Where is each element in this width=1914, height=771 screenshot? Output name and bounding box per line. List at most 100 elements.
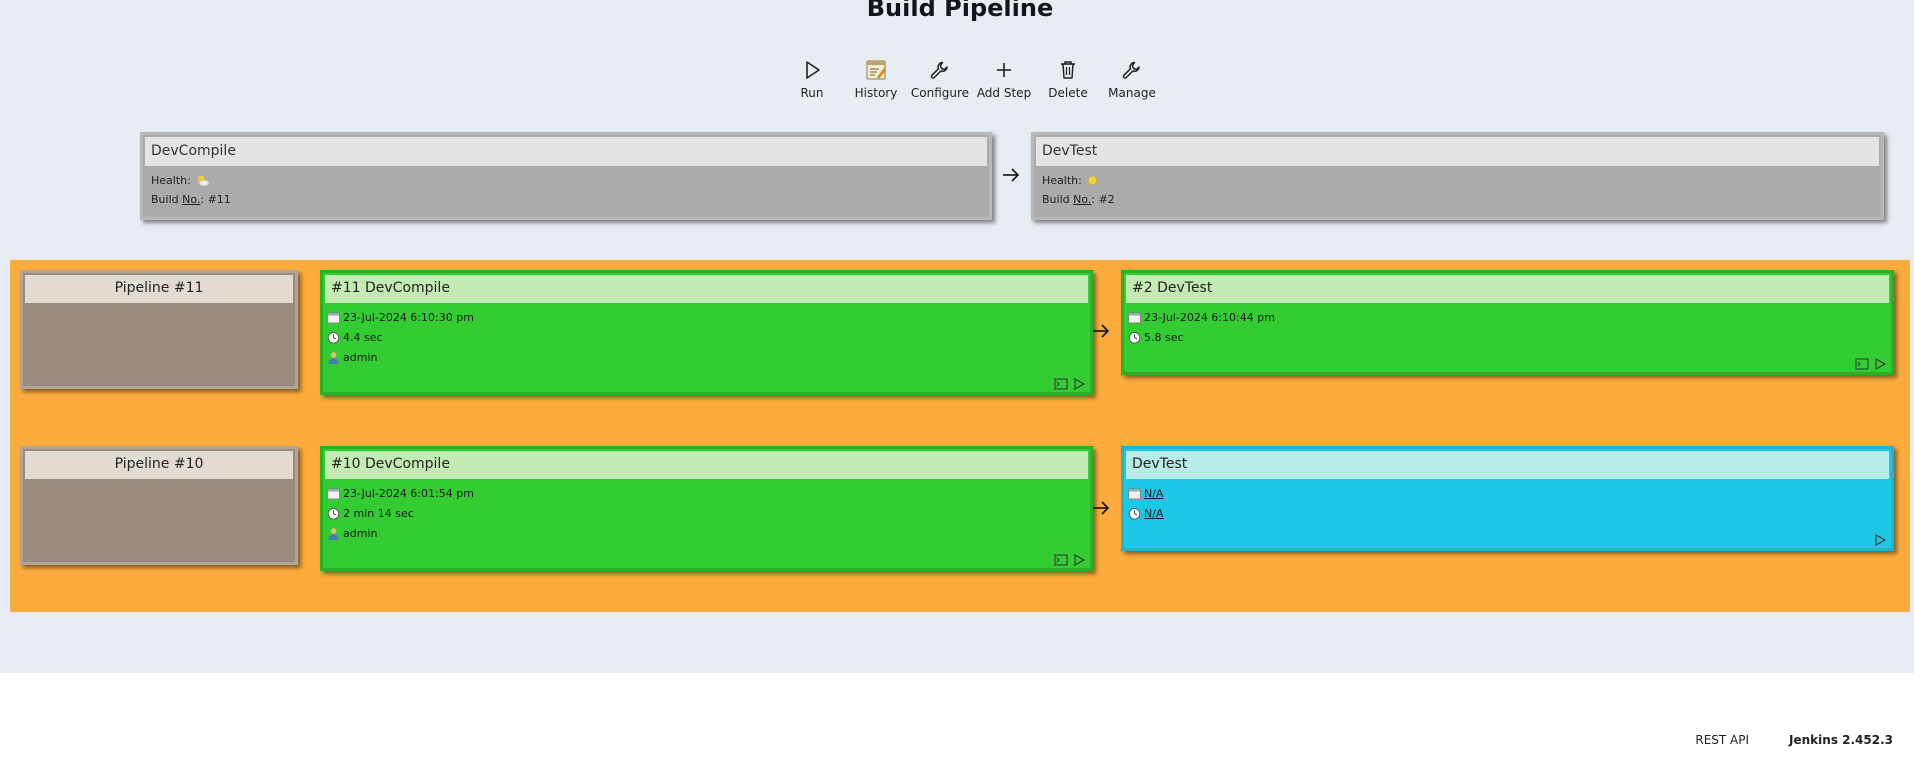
calendar-icon (327, 488, 340, 499)
configure-label: Configure (910, 86, 970, 100)
version-link[interactable]: Jenkins 2.452.3 (1789, 733, 1893, 771)
build-duration: 2 min 14 sec (323, 505, 1090, 521)
arrow-right-icon (1003, 168, 1020, 182)
duration-text: N/A (1144, 506, 1164, 520)
rebuild-icon[interactable] (1072, 552, 1086, 566)
health-label: Health: (1042, 174, 1082, 187)
date-text: N/A (1144, 486, 1164, 500)
pipeline-box[interactable]: Pipeline #11 (20, 270, 298, 389)
duration-text: 4.4 sec (343, 330, 383, 344)
trigger-icon[interactable] (1873, 532, 1887, 546)
configure-button[interactable]: Configure (908, 58, 972, 100)
job-build-number: Build No.: #11 (143, 193, 989, 206)
manage-label: Manage (1108, 86, 1156, 100)
rebuild-icon[interactable] (1873, 356, 1887, 370)
pipeline-label: Pipeline #10 (25, 451, 293, 479)
add-icon (997, 63, 1011, 77)
job-name: DevTest (1036, 137, 1879, 166)
pipeline-box[interactable]: Pipeline #10 (20, 446, 298, 565)
build-label-sep: : (200, 193, 208, 206)
build-card[interactable]: #10 DevCompile 23-Jul-2024 6:01:54 pm 2 … (320, 446, 1093, 571)
build-date: 23-Jul-2024 6:10:44 pm (1124, 309, 1891, 325)
console-icon[interactable] (1054, 376, 1068, 390)
manage-button[interactable]: Manage (1100, 58, 1164, 100)
build-label-sep: : (1091, 193, 1099, 206)
console-icon[interactable] (1054, 552, 1068, 566)
run-icon (806, 61, 820, 79)
user-icon (328, 527, 339, 540)
duration-text: 5.8 sec (1144, 330, 1184, 344)
build-date: 23-Jul-2024 6:01:54 pm (323, 485, 1090, 501)
build-actions (1054, 552, 1086, 566)
build-number[interactable]: #11 (208, 193, 231, 206)
build-no-abbr: No. (1073, 193, 1092, 206)
rest-api-link[interactable]: REST API (1695, 733, 1749, 771)
job-box-devcompile[interactable]: DevCompile Health: Build No.: #11 (140, 132, 992, 220)
configure-icon (930, 61, 948, 79)
history-icon (866, 60, 886, 80)
history-button[interactable]: History (844, 58, 908, 100)
date-text: 23-Jul-2024 6:01:54 pm (343, 486, 474, 500)
clock-icon (327, 331, 340, 344)
build-label: Build (1042, 193, 1074, 206)
build-no-abbr: No. (182, 193, 201, 206)
build-actions (1054, 376, 1086, 390)
main-area: Build Pipeline Run History Configure Add… (0, 0, 1914, 673)
pipeline-label: Pipeline #11 (25, 275, 293, 303)
page-title: Build Pipeline (866, 0, 1054, 22)
build-duration: 5.8 sec (1124, 329, 1891, 345)
add-step-label: Add Step (976, 86, 1032, 100)
build-card[interactable]: #2 DevTest 23-Jul-2024 6:10:44 pm 5.8 se… (1121, 270, 1894, 375)
job-build-number: Build No.: #2 (1034, 193, 1881, 206)
build-label: Build (151, 193, 183, 206)
job-health: Health: (1034, 174, 1881, 187)
build-card[interactable]: #11 DevCompile 23-Jul-2024 6:10:30 pm 4.… (320, 270, 1093, 395)
user-text: admin (343, 350, 378, 364)
build-title: #11 DevCompile (325, 275, 1088, 303)
add-step-button[interactable]: Add Step (972, 58, 1036, 100)
build-user: admin (323, 525, 1090, 541)
build-date: N/A (1124, 485, 1891, 501)
arrow-right-icon (1093, 501, 1110, 515)
run-label: Run (800, 86, 824, 100)
run-button[interactable]: Run (780, 58, 844, 100)
user-icon (328, 351, 339, 364)
job-health: Health: (143, 174, 989, 187)
history-label: History (854, 86, 898, 100)
footer: REST API Jenkins 2.452.3 (1695, 733, 1893, 771)
job-box-devtest[interactable]: DevTest Health: Build No.: #2 (1031, 132, 1884, 220)
calendar-icon (327, 312, 340, 323)
build-title: #2 DevTest (1126, 275, 1889, 303)
user-text: admin (343, 526, 378, 540)
build-number[interactable]: #2 (1099, 193, 1115, 206)
build-title: DevTest (1126, 451, 1889, 479)
date-text: 23-Jul-2024 6:10:30 pm (343, 310, 474, 324)
delete-icon (1061, 61, 1075, 79)
toolbar: Run History Configure Add Step Delete Ma… (780, 58, 1164, 100)
console-icon[interactable] (1855, 356, 1869, 370)
weather-sunny-icon (1087, 176, 1097, 185)
calendar-icon (1128, 312, 1141, 323)
delete-label: Delete (1048, 86, 1088, 100)
delete-button[interactable]: Delete (1036, 58, 1100, 100)
arrow-right-icon (1093, 324, 1110, 338)
duration-text: 2 min 14 sec (343, 506, 414, 520)
clock-icon (1128, 507, 1141, 520)
build-title: #10 DevCompile (325, 451, 1088, 479)
build-duration: 4.4 sec (323, 329, 1090, 345)
build-actions (1873, 532, 1887, 546)
build-duration: N/A (1124, 505, 1891, 521)
build-date: 23-Jul-2024 6:10:30 pm (323, 309, 1090, 325)
pipeline-area: Pipeline #11 #11 DevCompile 23-Jul-2024 … (10, 260, 1910, 612)
job-name: DevCompile (145, 137, 987, 166)
build-actions (1855, 356, 1887, 370)
manage-icon (1122, 61, 1140, 79)
clock-icon (1128, 331, 1141, 344)
date-text: 23-Jul-2024 6:10:44 pm (1144, 310, 1275, 324)
build-card-pending[interactable]: DevTest N/A N/A (1121, 446, 1894, 551)
build-user: admin (323, 349, 1090, 365)
calendar-icon (1128, 488, 1141, 499)
clock-icon (327, 507, 340, 520)
rebuild-icon[interactable] (1072, 376, 1086, 390)
weather-partly-cloudy-icon (197, 175, 210, 187)
